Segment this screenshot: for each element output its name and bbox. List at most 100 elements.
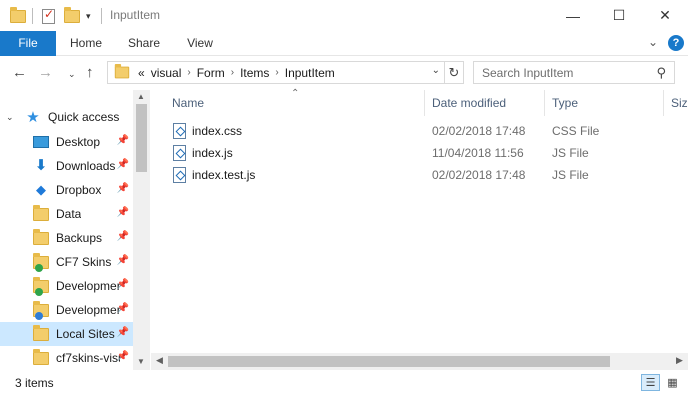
pin-icon[interactable]: 📌	[117, 207, 129, 218]
file-type: JS File	[552, 146, 589, 160]
address-history-chevron-icon[interactable]: ⌄	[432, 65, 440, 76]
folder-synced-icon	[32, 252, 50, 272]
sidebar-item-label: cf7skins-visu	[56, 351, 120, 365]
sidebar-item-backups[interactable]: Backups 📌	[0, 226, 133, 250]
sort-ascending-icon: ⌃	[291, 88, 300, 99]
folder-icon	[32, 324, 50, 342]
tab-share[interactable]: Share	[116, 31, 172, 56]
folder-icon	[32, 204, 50, 222]
forward-arrow-icon[interactable]: →	[38, 64, 53, 81]
expand-chevron-icon[interactable]: ⌄	[6, 112, 16, 123]
sidebar-item-local-sites[interactable]: Local Sites 📌	[0, 322, 133, 346]
status-bar: 3 items ☰ ▦	[0, 370, 688, 395]
code-file-icon	[173, 123, 186, 139]
tab-view[interactable]: View	[172, 31, 228, 56]
back-arrow-icon[interactable]: ←	[12, 64, 27, 81]
pin-icon[interactable]: 📌	[117, 159, 129, 170]
sidebar-scrollbar[interactable]: ▲ ▼	[133, 90, 150, 370]
pin-icon[interactable]: 📌	[117, 351, 129, 362]
breadcrumb-item-items[interactable]: Items	[240, 66, 269, 80]
search-input[interactable]	[474, 62, 644, 83]
sidebar-item-development-1[interactable]: Developmer 📌	[0, 274, 133, 298]
recent-locations-chevron-icon[interactable]: ⌄	[68, 69, 76, 80]
breadcrumb: « visual › Form › Items › InputItem	[138, 66, 335, 80]
pin-icon[interactable]: 📌	[117, 255, 129, 266]
file-name: index.test.js	[192, 168, 256, 182]
sidebar-item-development-2[interactable]: Developmer 📌	[0, 298, 133, 322]
file-list-horizontal-scrollbar[interactable]: ◀ ▶	[151, 353, 688, 370]
breadcrumb-item-form[interactable]: Form	[197, 66, 225, 80]
sidebar-item-desktop[interactable]: Desktop 📌	[0, 130, 133, 154]
scrollbar-thumb[interactable]	[136, 104, 147, 172]
sidebar-item-data[interactable]: Data 📌	[0, 202, 133, 226]
close-button[interactable]: ✕	[642, 0, 688, 31]
divider	[101, 8, 102, 24]
file-type: CSS File	[552, 124, 600, 138]
new-folder-icon[interactable]	[64, 6, 80, 26]
pin-icon[interactable]: 📌	[117, 231, 129, 242]
table-row[interactable]: index.js 11/04/2018 11:56 JS File	[171, 142, 601, 164]
column-divider[interactable]	[544, 90, 545, 116]
properties-icon[interactable]	[42, 6, 55, 26]
sidebar-item-downloads[interactable]: ⬇ Downloads 📌	[0, 154, 133, 178]
download-icon: ⬇	[34, 157, 48, 174]
sidebar-item-dropbox[interactable]: ◆ Dropbox 📌	[0, 178, 133, 202]
table-row[interactable]: index.css 02/02/2018 17:48 CSS File	[171, 120, 601, 142]
column-divider[interactable]	[424, 90, 425, 116]
refresh-icon[interactable]: ↻	[445, 61, 464, 84]
chevron-right-icon[interactable]: ›	[187, 67, 190, 78]
breadcrumb-item-visual[interactable]: visual	[151, 66, 182, 80]
desktop-icon	[32, 134, 50, 150]
sidebar-item-quick-access[interactable]: ⌄ ★ Quick access	[0, 105, 133, 129]
folder-icon	[10, 6, 26, 26]
dropbox-icon: ◆	[36, 182, 46, 197]
chevron-right-icon[interactable]: ›	[231, 67, 234, 78]
maximize-button[interactable]: ☐	[596, 0, 642, 31]
column-header-date-modified[interactable]: Date modified	[432, 90, 506, 116]
file-date: 02/02/2018 17:48	[432, 168, 526, 182]
pin-icon[interactable]: 📌	[117, 135, 129, 146]
up-arrow-icon[interactable]: ↑	[86, 64, 94, 81]
search-icon[interactable]: ⚲	[656, 65, 666, 81]
large-icons-view-icon[interactable]: ▦	[663, 374, 682, 391]
help-icon[interactable]: ?	[668, 35, 684, 51]
sidebar-item-label: Downloads	[56, 159, 116, 173]
navigation-pane: ⌄ ★ Quick access Desktop 📌 ⬇ Downloads 📌…	[0, 90, 151, 370]
sidebar-item-cf7skins-visual[interactable]: cf7skins-visu 📌	[0, 346, 133, 370]
expand-ribbon-chevron-icon[interactable]: ⌄	[648, 35, 658, 49]
ribbon: File Home Share View ⌄ ?	[0, 31, 688, 56]
sidebar-item-label: Desktop	[56, 135, 101, 149]
table-row[interactable]: index.test.js 02/02/2018 17:48 JS File	[171, 164, 601, 186]
column-header-size[interactable]: Siz	[671, 90, 688, 116]
pin-icon[interactable]: 📌	[117, 303, 129, 314]
scroll-left-icon[interactable]: ◀	[156, 355, 163, 366]
column-header-type[interactable]: Type	[552, 90, 578, 116]
breadcrumb-item-inputitem[interactable]: InputItem	[285, 66, 335, 80]
scroll-right-icon[interactable]: ▶	[676, 355, 683, 366]
file-name: index.css	[192, 124, 243, 138]
tab-home[interactable]: Home	[58, 31, 114, 56]
sidebar-item-label: CF7 Skins	[56, 255, 112, 269]
customize-quick-access-toolbar-icon[interactable]: ▾	[86, 6, 91, 26]
file-list: ⌃ Name Date modified Type Siz index.css …	[151, 88, 688, 370]
scroll-up-icon[interactable]: ▲	[137, 92, 145, 101]
folder-icon	[114, 63, 130, 79]
star-icon: ★	[26, 109, 40, 126]
pin-icon[interactable]: 📌	[117, 279, 129, 290]
tab-file[interactable]: File	[0, 31, 56, 56]
search-box[interactable]: ⚲	[473, 61, 675, 84]
pin-icon[interactable]: 📌	[117, 183, 129, 194]
pin-icon[interactable]: 📌	[117, 327, 129, 338]
address-bar[interactable]: « visual › Form › Items › InputItem ⌄	[107, 61, 445, 84]
folder-icon	[32, 228, 50, 246]
details-view-icon[interactable]: ☰	[641, 374, 660, 391]
column-header-name[interactable]: Name	[172, 90, 204, 116]
scrollbar-thumb[interactable]	[168, 356, 610, 367]
sidebar-item-cf7-skins[interactable]: CF7 Skins 📌	[0, 250, 133, 274]
file-date: 11/04/2018 11:56	[432, 146, 524, 160]
chevron-right-icon[interactable]: ›	[275, 67, 278, 78]
minimize-button[interactable]: —	[550, 0, 596, 31]
column-divider[interactable]	[663, 90, 664, 116]
breadcrumb-overflow[interactable]: «	[138, 66, 145, 80]
scroll-down-icon[interactable]: ▼	[137, 357, 145, 366]
